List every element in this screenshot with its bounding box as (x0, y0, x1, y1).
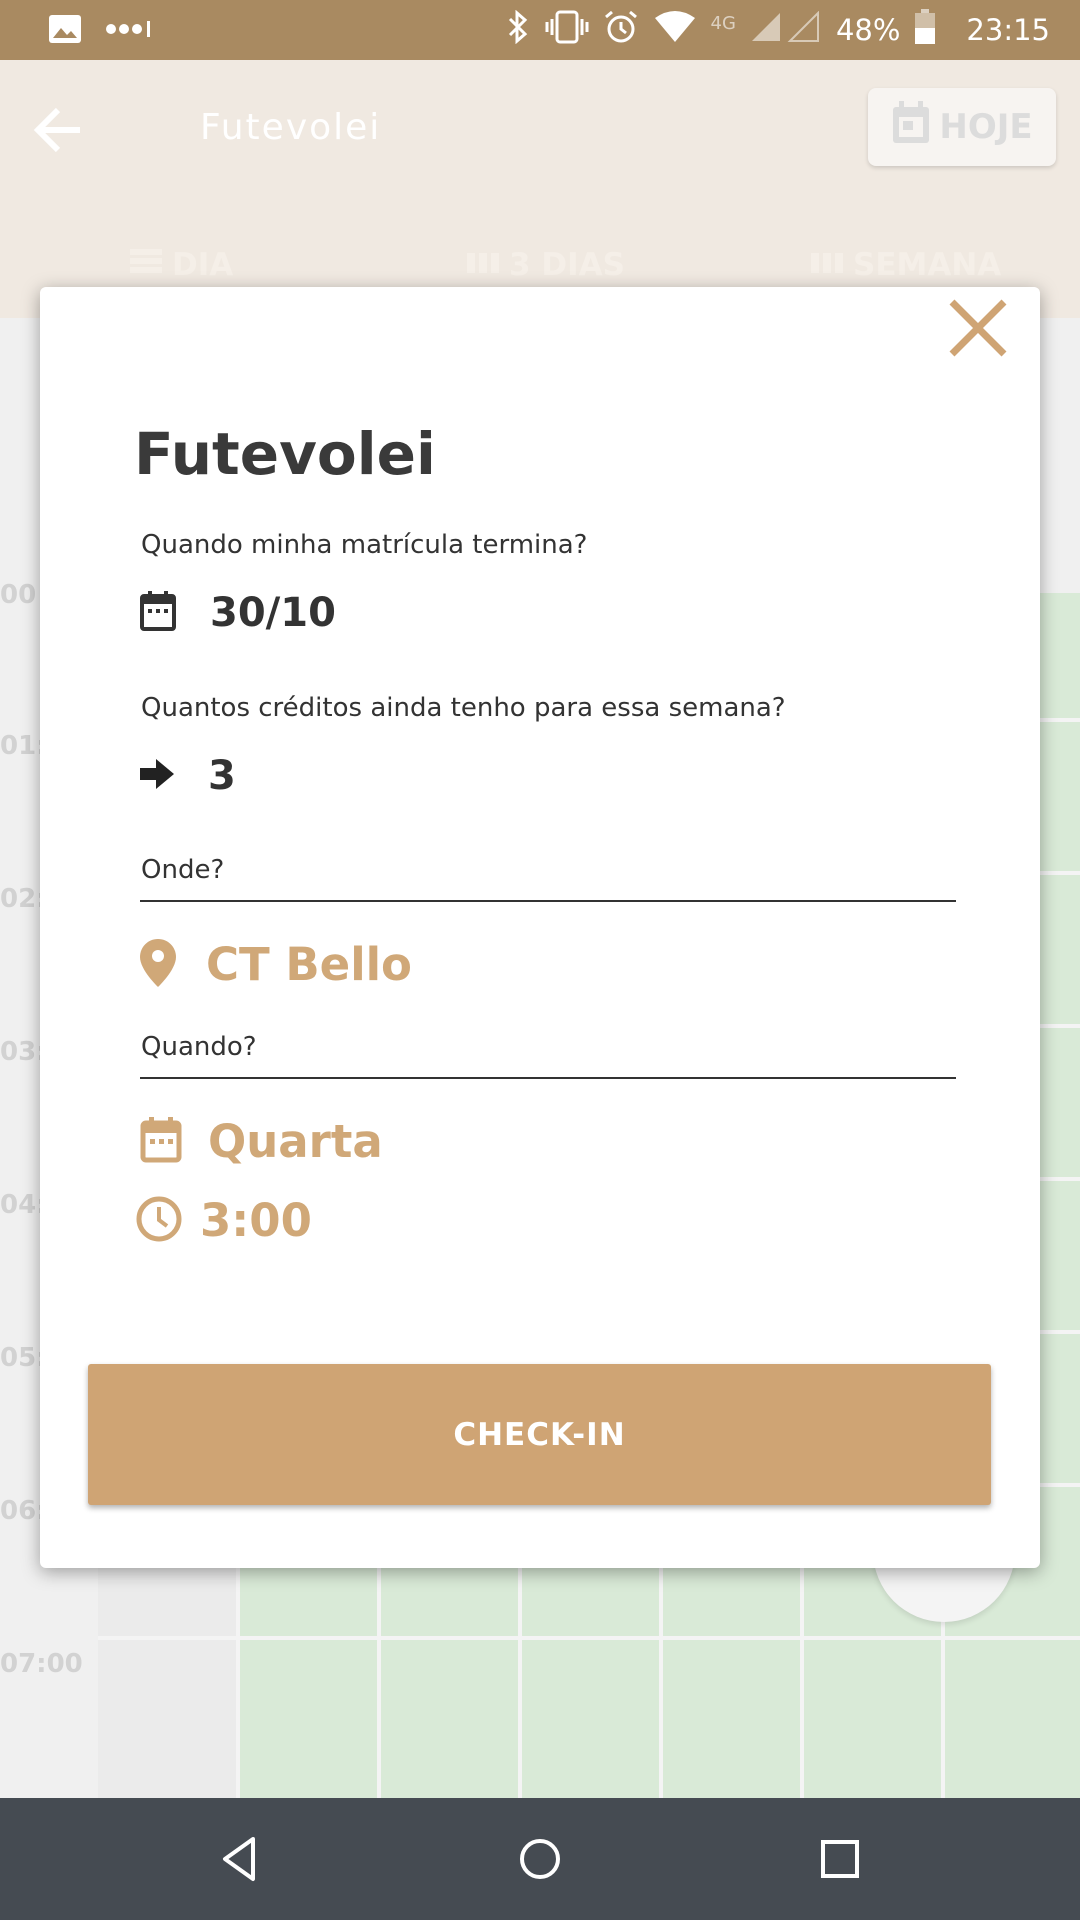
credits-row: 3 (140, 753, 236, 799)
time-value: 3:00 (200, 1194, 312, 1247)
wifi-icon (653, 10, 697, 51)
circle-home-icon (520, 1839, 560, 1879)
clock: 23:15 (966, 13, 1050, 47)
network-type: 4G (710, 12, 736, 34)
nav-recents-button[interactable] (810, 1829, 870, 1889)
day-value: Quarta (208, 1115, 383, 1168)
when-label: Quando? (141, 1032, 257, 1062)
grid-line (98, 1636, 1080, 1640)
credits-question: Quantos créditos ainda tenho para essa s… (141, 693, 786, 723)
field-divider (140, 1077, 956, 1079)
today-label: HOJE (939, 107, 1033, 147)
close-button[interactable] (918, 268, 1038, 388)
clock-icon (136, 1196, 182, 1246)
time-label: 07:00 (0, 1649, 83, 1679)
arrow-left-icon (33, 107, 80, 153)
dialog-title: Futevolei (134, 420, 436, 488)
nav-back-button[interactable] (211, 1829, 271, 1889)
map-pin-icon (140, 938, 176, 991)
vibrate-icon (545, 10, 589, 51)
page-title: Futevolei (200, 107, 382, 148)
field-divider (140, 900, 956, 902)
bluetooth-icon (505, 9, 531, 51)
signal-dots-icon (106, 19, 152, 43)
enrollment-end-date: 30/10 (210, 590, 336, 636)
today-button[interactable]: HOJE (868, 88, 1056, 166)
three-day-view-icon (467, 247, 499, 283)
status-bar: 4G 48% 23:15 (0, 0, 1080, 60)
week-view-icon (811, 247, 843, 283)
triangle-back-icon (223, 1837, 255, 1881)
image-icon (48, 14, 82, 48)
day-view-icon (130, 247, 162, 283)
enrollment-question: Quando minha matrícula termina? (141, 530, 588, 560)
back-button[interactable] (30, 100, 90, 160)
battery-icon (914, 8, 936, 52)
where-label: Onde? (141, 855, 225, 885)
alarm-icon (603, 9, 639, 52)
tab-three-days-label: 3 DIAS (509, 247, 625, 283)
credits-value: 3 (208, 753, 236, 799)
square-recents-icon (821, 1840, 859, 1878)
system-nav-bar (0, 1798, 1080, 1920)
close-icon (949, 299, 1007, 357)
arrow-right-icon (140, 759, 174, 793)
cell-signal-icon (750, 10, 822, 50)
time-label: 00 (0, 580, 37, 610)
calendar-icon (891, 100, 931, 154)
nav-home-button[interactable] (510, 1829, 570, 1889)
check-in-button[interactable]: CHECK-IN (88, 1364, 991, 1505)
calendar-icon (140, 591, 176, 635)
location-row: CT Bello (140, 938, 412, 991)
location-value: CT Bello (206, 938, 412, 991)
enrollment-end-row: 30/10 (140, 590, 336, 636)
calendar-icon (140, 1116, 182, 1167)
time-row: 3:00 (136, 1194, 312, 1247)
tab-day-label: DIA (172, 247, 234, 283)
day-row: Quarta (140, 1115, 383, 1168)
battery-percent: 48% (835, 13, 901, 47)
